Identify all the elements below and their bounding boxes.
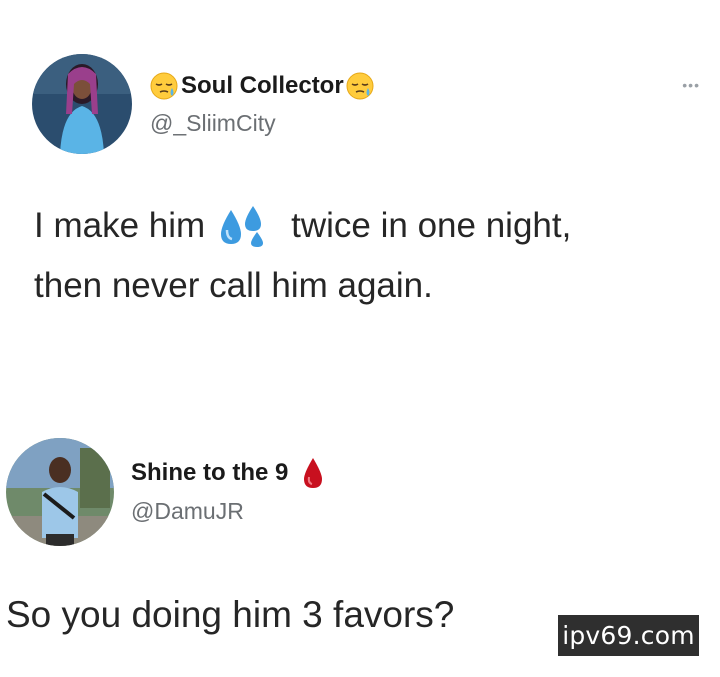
sleepy-face-icon [150, 72, 178, 100]
more-options-icon[interactable]: ••• [682, 78, 700, 92]
display-name[interactable]: Soul Collector [181, 72, 344, 100]
display-name[interactable]: Shine to the 9 [131, 459, 288, 487]
original-tweet: Soul Collector @_SliimCity ••• I make hi… [0, 0, 720, 380]
tweet-text-part-2: twice in one night, [291, 206, 572, 245]
avatar[interactable] [6, 438, 114, 546]
tweet-text: I make him twice in one night, then neve… [34, 196, 571, 316]
sleepy-face-icon [346, 72, 374, 100]
username-handle[interactable]: @DamuJR [131, 498, 244, 525]
reply-text: So you doing him 3 favors? [6, 594, 455, 635]
sweat-droplets-icon [217, 204, 269, 248]
display-name-row: Shine to the 9 [131, 456, 324, 490]
tweet-text-line-1: I make him twice in one night, [34, 196, 571, 256]
tweet-text-line-2: then never call him again. [34, 266, 433, 305]
watermark: ipv69.com [558, 615, 699, 656]
display-name-row: Soul Collector [150, 70, 374, 102]
tweet-text-part-1: I make him [34, 206, 206, 245]
drop-of-blood-icon [302, 457, 324, 489]
avatar[interactable] [32, 54, 132, 154]
username-handle[interactable]: @_SliimCity [150, 110, 276, 137]
